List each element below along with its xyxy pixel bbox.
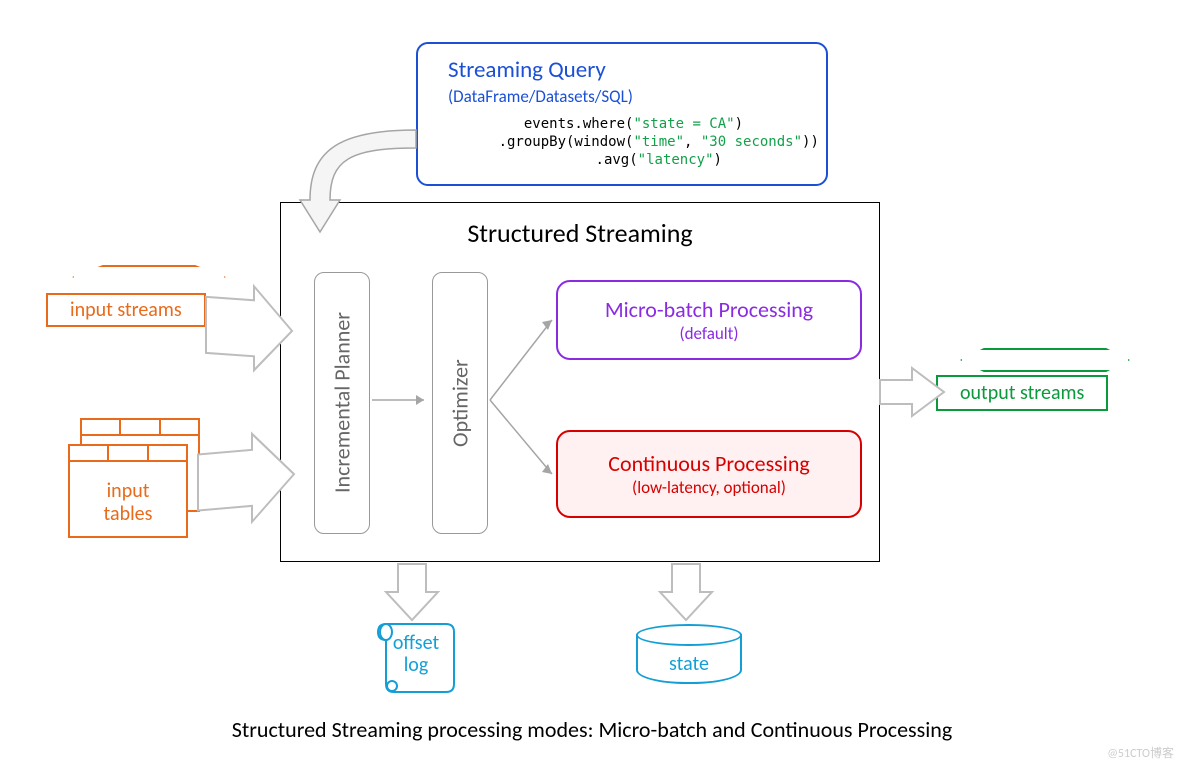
state-label: state [636,652,742,676]
micro-batch-box: Micro-batch Processing (default) [556,280,862,360]
continuous-title: Continuous Processing [608,450,810,477]
arrow-to-offset-log-icon [386,564,438,620]
micro-batch-title: Micro-batch Processing [605,296,813,323]
watermark: @51CTO博客 [1107,744,1174,761]
input-tables-label: input tables [70,480,186,526]
arrow-output-icon [880,368,944,416]
offset-log-label: offset log [376,632,456,676]
offset-log-icon: offset log [376,618,456,694]
query-title: Streaming Query [448,56,606,84]
input-streams-label: input streams [46,293,206,327]
output-streams-label: output streams [936,375,1108,411]
continuous-sub: (low-latency, optional) [632,477,786,498]
input-streams-flag-deco [72,265,226,289]
main-title: Structured Streaming [281,217,879,249]
optimizer-box: Optimizer [432,272,488,534]
query-subtitle: (DataFrame/Datasets/SQL) [448,86,633,107]
arrow-to-state-icon [660,564,712,620]
micro-batch-sub: (default) [679,323,738,344]
output-streams-flag-deco [960,348,1130,372]
streaming-query-box: Streaming Query (DataFrame/Datasets/SQL)… [416,42,828,186]
continuous-box: Continuous Processing (low-latency, opti… [556,430,862,518]
diagram-caption: Structured Streaming processing modes: M… [0,716,1184,743]
query-code: events.where("state = CA") .groupBy(wind… [448,115,819,170]
incremental-planner-box: Incremental Planner [314,272,370,534]
input-tables-icon: input tables [58,418,218,548]
state-cylinder-icon: state [636,624,742,684]
